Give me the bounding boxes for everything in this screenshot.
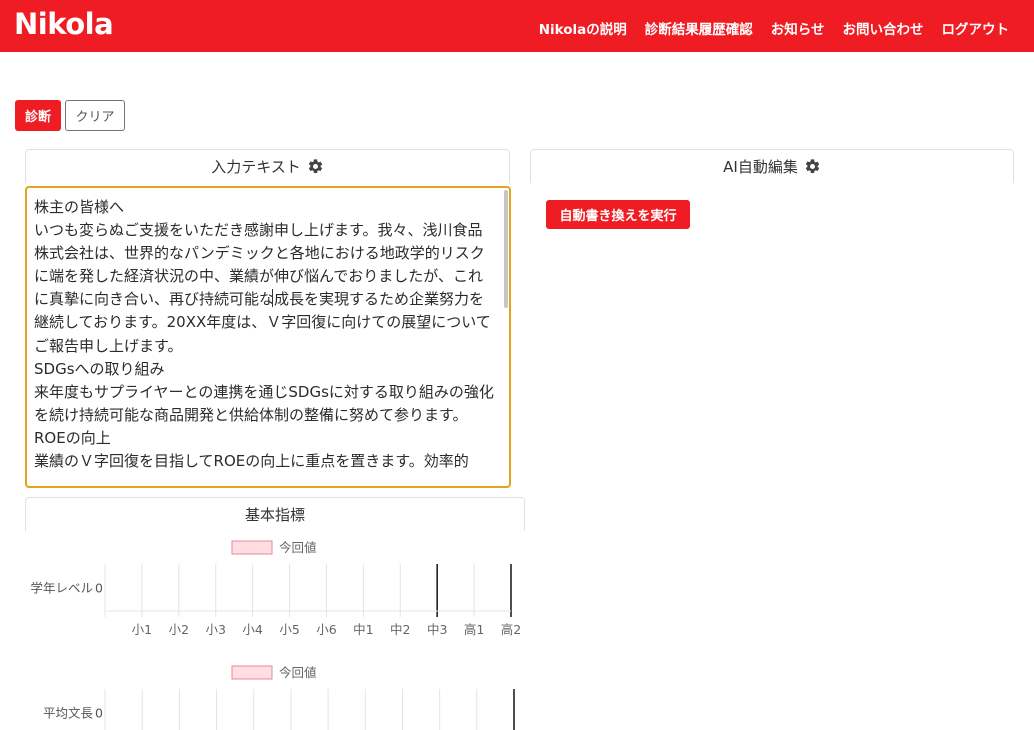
tick-label: 小1: [132, 622, 152, 637]
tick-label: 中2: [390, 622, 410, 637]
tick-label: 小4: [242, 622, 263, 637]
value-label: 0: [95, 581, 103, 596]
tick-label: 小5: [279, 622, 299, 637]
tick-label: 小2: [169, 622, 189, 637]
category-label: 学年レベル: [30, 581, 93, 596]
tick-label: 高1: [464, 622, 484, 637]
tick-label: 高2: [501, 622, 521, 637]
indicator-charts: 今回値学年レベル 0小1 小2 小3 小4 小5 小6 中1 中2 中3 高1 高2今回値平均文長 0: [30, 540, 521, 730]
category-label: 平均文長: [43, 706, 94, 721]
legend-label: 今回値: [279, 665, 317, 680]
tick-label: 小3: [206, 622, 226, 637]
legend-label: 今回値: [279, 540, 317, 555]
tick-label: 中3: [427, 622, 447, 637]
tick-label: 中1: [353, 622, 373, 637]
legend-swatch: [231, 540, 273, 555]
tick-label: 小6: [316, 622, 337, 637]
value-label: 0: [95, 706, 103, 721]
legend-swatch: [231, 665, 273, 680]
